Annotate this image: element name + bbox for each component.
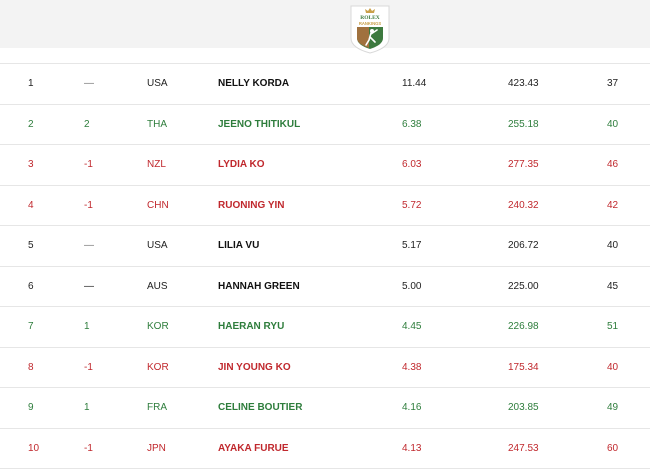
rank-cell: 4 <box>28 186 34 226</box>
movement-cell: -1 <box>84 429 93 469</box>
table-row[interactable]: 2 2 THA JEENO THITIKUL 6.38 255.18 40 <box>0 104 650 145</box>
player-name-link[interactable]: CELINE BOUTIER <box>218 388 302 428</box>
average-points-cell: 5.17 <box>402 226 421 266</box>
player-name-link[interactable]: JIN YOUNG KO <box>218 348 291 388</box>
player-name-link[interactable]: LYDIA KO <box>218 145 265 185</box>
country-cell: AUS <box>147 267 168 307</box>
average-points-cell: 6.03 <box>402 145 421 185</box>
table-row[interactable]: 5 — USA LILIA VU 5.17 206.72 40 <box>0 225 650 266</box>
country-cell: JPN <box>147 429 166 469</box>
events-cell: 42 <box>607 186 618 226</box>
player-name-link[interactable]: JEENO THITIKUL <box>218 105 300 145</box>
rank-cell: 10 <box>28 429 39 469</box>
rank-cell: 3 <box>28 145 34 185</box>
average-points-cell: 4.13 <box>402 429 421 469</box>
rolex-rankings-logo[interactable]: ROLEX RANKINGS <box>349 4 391 54</box>
events-cell: 40 <box>607 348 618 388</box>
movement-cell: 1 <box>84 388 90 428</box>
movement-cell: 1 <box>84 307 90 347</box>
movement-cell: -1 <box>84 186 93 226</box>
movement-cell: — <box>84 226 94 266</box>
events-cell: 51 <box>607 307 618 347</box>
average-points-cell: 5.72 <box>402 186 421 226</box>
country-cell: USA <box>147 226 168 266</box>
player-name-link[interactable]: AYAKA FURUE <box>218 429 289 469</box>
total-points-cell: 226.98 <box>508 307 539 347</box>
table-row[interactable]: 6 — AUS HANNAH GREEN 5.00 225.00 45 <box>0 266 650 307</box>
average-points-cell: 11.44 <box>402 64 426 104</box>
player-name-link[interactable]: HAERAN RYU <box>218 307 284 347</box>
country-cell: THA <box>147 105 167 145</box>
events-cell: 46 <box>607 145 618 185</box>
average-points-cell: 4.38 <box>402 348 421 388</box>
total-points-cell: 277.35 <box>508 145 539 185</box>
total-points-cell: 247.53 <box>508 429 539 469</box>
average-points-cell: 4.16 <box>402 388 421 428</box>
player-name-link[interactable]: HANNAH GREEN <box>218 267 300 307</box>
total-points-cell: 423.43 <box>508 64 539 104</box>
total-points-cell: 175.34 <box>508 348 539 388</box>
rank-cell: 8 <box>28 348 34 388</box>
movement-cell: — <box>84 267 94 307</box>
events-cell: 60 <box>607 429 618 469</box>
average-points-cell: 4.45 <box>402 307 421 347</box>
country-cell: FRA <box>147 388 167 428</box>
table-row[interactable]: 9 1 FRA CELINE BOUTIER 4.16 203.85 49 <box>0 387 650 428</box>
rank-cell: 7 <box>28 307 34 347</box>
rolex-rankings-shield-icon: ROLEX RANKINGS <box>349 4 391 54</box>
total-points-cell: 225.00 <box>508 267 539 307</box>
player-name-link[interactable]: NELLY KORDA <box>218 64 289 104</box>
rank-cell: 1 <box>28 64 34 104</box>
movement-cell: 2 <box>84 105 90 145</box>
table-row[interactable]: 4 -1 CHN RUONING YIN 5.72 240.32 42 <box>0 185 650 226</box>
events-cell: 40 <box>607 226 618 266</box>
table-row[interactable]: 3 -1 NZL LYDIA KO 6.03 277.35 46 <box>0 144 650 185</box>
events-cell: 49 <box>607 388 618 428</box>
movement-cell: -1 <box>84 348 93 388</box>
rank-cell: 2 <box>28 105 34 145</box>
table-row[interactable]: 8 -1 KOR JIN YOUNG KO 4.38 175.34 40 <box>0 347 650 388</box>
table-row[interactable]: 1 — USA NELLY KORDA 11.44 423.43 37 <box>0 63 650 104</box>
average-points-cell: 6.38 <box>402 105 421 145</box>
country-cell: USA <box>147 64 168 104</box>
country-cell: KOR <box>147 307 169 347</box>
events-cell: 45 <box>607 267 618 307</box>
player-name-link[interactable]: RUONING YIN <box>218 186 285 226</box>
movement-cell: -1 <box>84 145 93 185</box>
movement-cell: — <box>84 64 94 104</box>
rankings-table: 1 — USA NELLY KORDA 11.44 423.43 37 2 2 … <box>0 63 650 469</box>
country-cell: KOR <box>147 348 169 388</box>
country-cell: CHN <box>147 186 169 226</box>
events-cell: 40 <box>607 105 618 145</box>
total-points-cell: 206.72 <box>508 226 539 266</box>
rank-cell: 9 <box>28 388 34 428</box>
rank-cell: 5 <box>28 226 34 266</box>
logo-text-rankings: RANKINGS <box>359 21 382 26</box>
table-row[interactable]: 7 1 KOR HAERAN RYU 4.45 226.98 51 <box>0 306 650 347</box>
average-points-cell: 5.00 <box>402 267 421 307</box>
total-points-cell: 240.32 <box>508 186 539 226</box>
top-banner <box>0 0 650 48</box>
player-name-link[interactable]: LILIA VU <box>218 226 259 266</box>
country-cell: NZL <box>147 145 166 185</box>
total-points-cell: 203.85 <box>508 388 539 428</box>
total-points-cell: 255.18 <box>508 105 539 145</box>
rank-cell: 6 <box>28 267 34 307</box>
events-cell: 37 <box>607 64 618 104</box>
